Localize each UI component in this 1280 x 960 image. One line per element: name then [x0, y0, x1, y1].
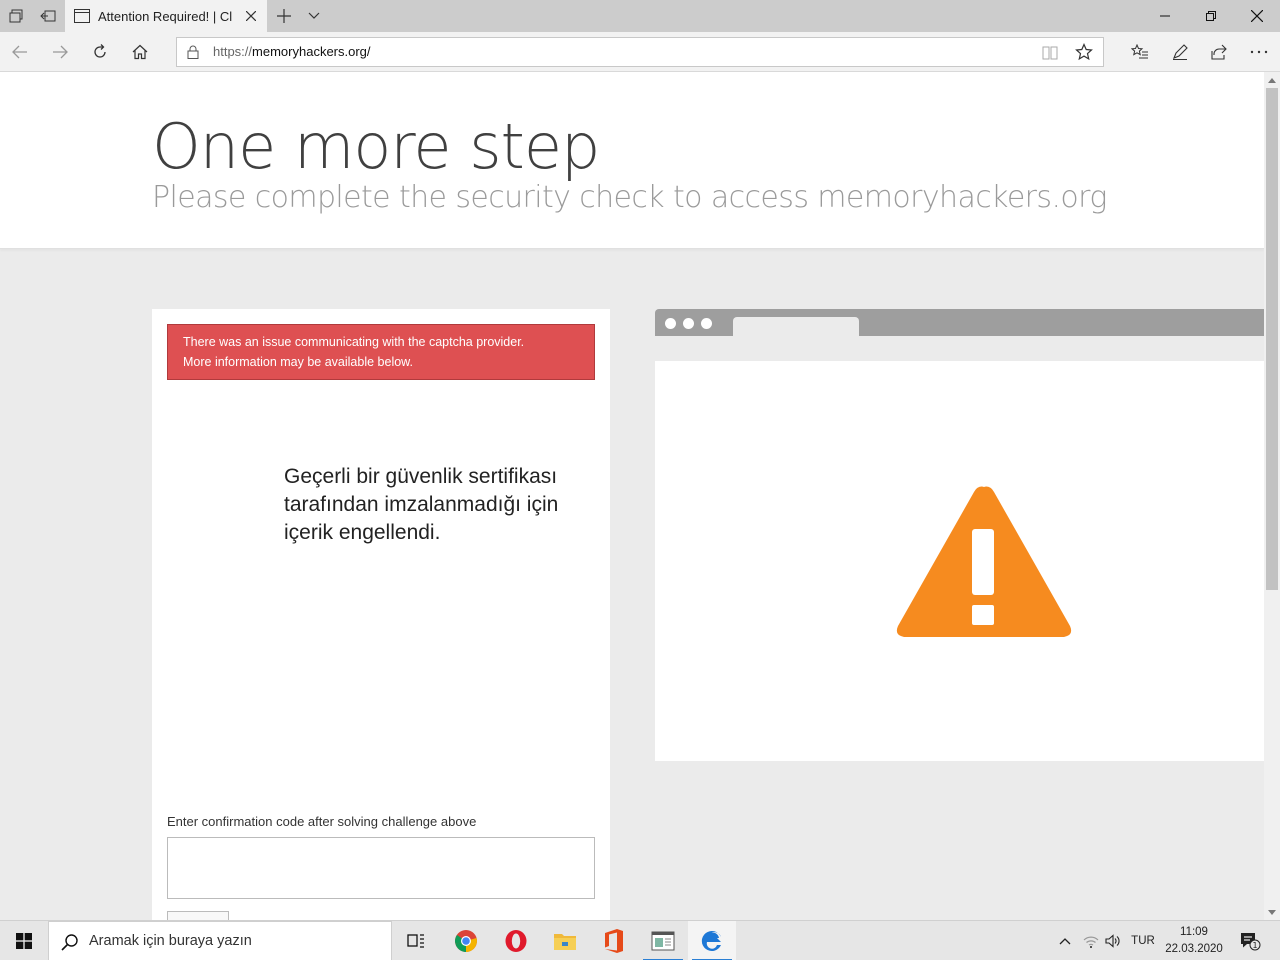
alert-line-2: More information may be available below.: [183, 355, 413, 369]
scroll-down-arrow-icon[interactable]: [1264, 904, 1280, 920]
favorites-hub-icon[interactable]: [1124, 36, 1156, 68]
refresh-icon[interactable]: [84, 36, 116, 68]
volume-icon[interactable]: [1102, 921, 1124, 960]
url-host: memoryhackers.org/: [252, 44, 371, 59]
taskbar-search-box[interactable]: Aramak için buraya yazın: [48, 921, 392, 960]
blocked-content-message: Geçerli bir güvenlik sertifikası tarafın…: [284, 465, 559, 544]
search-icon: [61, 934, 78, 951]
add-favorite-star-icon[interactable]: [1075, 43, 1093, 61]
page-scrollbar[interactable]: [1264, 72, 1280, 920]
illustration-dot: [665, 318, 676, 329]
confirmation-code-input[interactable]: [167, 837, 595, 899]
browser-illustration: [655, 309, 1264, 764]
lock-icon[interactable]: [185, 44, 201, 60]
system-clock[interactable]: 11:09 22.03.2020: [1160, 924, 1228, 958]
clock-date: 22.03.2020: [1165, 943, 1223, 955]
new-tab-icon[interactable]: [268, 0, 300, 32]
clock-time: 11:09: [1180, 926, 1208, 938]
share-icon[interactable]: [1203, 36, 1235, 68]
header-section: One more step Please complete the securi…: [0, 72, 1264, 249]
language-label: TUR: [1131, 935, 1155, 947]
edge-icon[interactable]: [688, 921, 736, 960]
scroll-up-arrow-icon[interactable]: [1264, 72, 1280, 88]
alert-line-1: There was an issue communicating with th…: [183, 335, 525, 349]
minimize-icon[interactable]: [1142, 0, 1188, 32]
tab-active[interactable]: Attention Required! | Cl: [65, 0, 267, 32]
url-scheme: https://: [213, 44, 253, 59]
illustration-dot: [701, 318, 712, 329]
illustration-dot: [683, 318, 694, 329]
title-bar: Attention Required! | Cl: [0, 0, 1280, 32]
restore-icon[interactable]: [1188, 0, 1234, 32]
search-placeholder: Aramak için buraya yazın: [89, 933, 252, 949]
url-text[interactable]: https://memoryhackers.org/: [213, 44, 371, 59]
scroll-thumb[interactable]: [1266, 88, 1278, 590]
page-title: One more step: [152, 110, 600, 183]
app-window-icon[interactable]: [639, 921, 687, 960]
taskbar: Aramak için buraya yazın TUR 11:09 22.03…: [0, 920, 1280, 960]
task-view-icon[interactable]: [392, 921, 440, 960]
windows-start-icon[interactable]: [0, 921, 48, 960]
navigation-bar: https://memoryhackers.org/: [0, 32, 1280, 72]
office-icon[interactable]: [590, 921, 638, 960]
home-icon[interactable]: [124, 36, 156, 68]
illustration-tab: [733, 317, 859, 336]
web-page: One more step Please complete the securi…: [0, 72, 1264, 920]
tab-actions-icon[interactable]: [0, 0, 32, 32]
input-language-indicator[interactable]: TUR: [1126, 921, 1160, 960]
close-window-icon[interactable]: [1234, 0, 1280, 32]
tab-title: Attention Required! | Cl: [98, 8, 233, 24]
confirmation-code-label: Enter confirmation code after solving ch…: [167, 814, 477, 829]
action-center-icon[interactable]: 1: [1234, 921, 1266, 960]
warning-triangle-icon: [896, 486, 1072, 637]
captcha-card: There was an issue communicating with th…: [152, 309, 610, 920]
more-menu-icon[interactable]: [1243, 36, 1275, 68]
error-alert: There was an issue communicating with th…: [167, 324, 595, 380]
opera-icon[interactable]: [492, 921, 540, 960]
notification-count: 1: [1252, 941, 1257, 950]
chrome-icon[interactable]: [442, 921, 490, 960]
address-bar[interactable]: https://memoryhackers.org/: [176, 37, 1104, 67]
network-icon[interactable]: [1080, 921, 1102, 960]
illustration-window: [655, 361, 1264, 761]
set-tabs-aside-icon[interactable]: [32, 0, 64, 32]
reading-view-icon[interactable]: [1041, 44, 1059, 62]
illustration-browser-bar: [655, 309, 1264, 336]
show-hidden-icons-chevron-icon[interactable]: [1054, 921, 1076, 960]
file-explorer-icon[interactable]: [541, 921, 589, 960]
page-subtitle: Please complete the security check to ac…: [152, 180, 1107, 215]
forward-icon[interactable]: [44, 36, 76, 68]
close-tab-icon[interactable]: [243, 8, 259, 24]
tab-preview-chevron-icon[interactable]: [298, 0, 330, 32]
web-note-pen-icon[interactable]: [1164, 36, 1196, 68]
submit-button[interactable]: [167, 911, 229, 920]
back-icon[interactable]: [4, 36, 36, 68]
page-icon: [74, 8, 90, 24]
